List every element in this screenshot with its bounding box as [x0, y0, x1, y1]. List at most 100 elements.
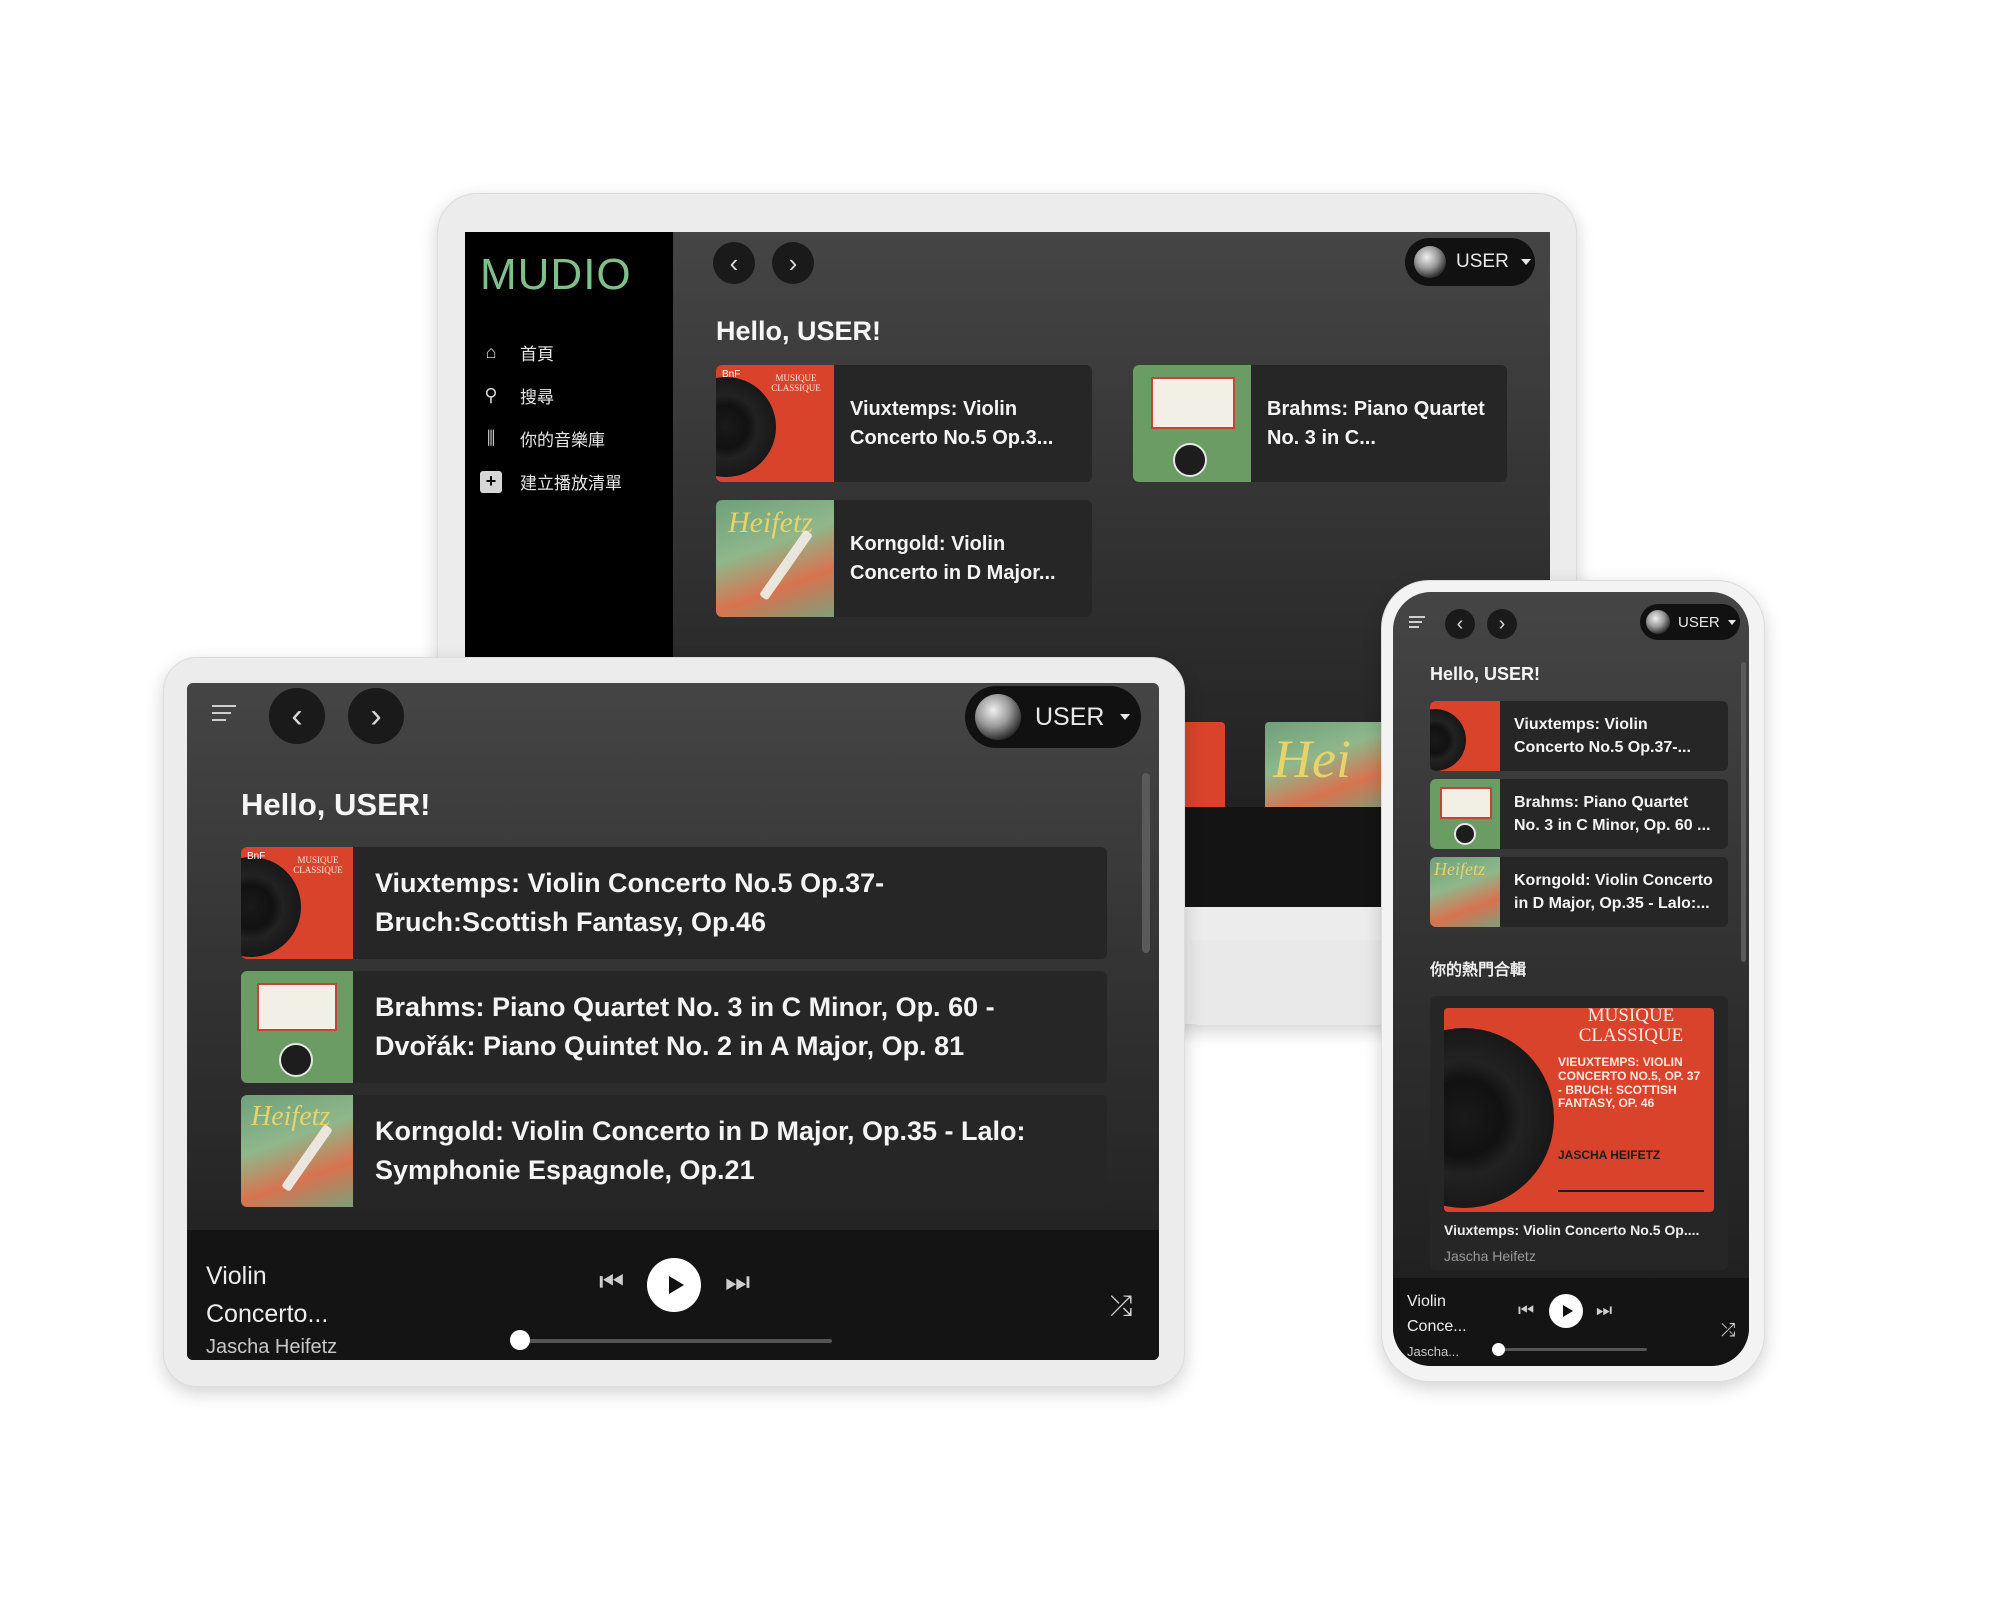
scrollbar[interactable] — [1741, 662, 1746, 962]
user-menu[interactable]: USER — [1405, 238, 1535, 286]
album-card[interactable]: Brahms: Piano Quartet No. 3 in C Minor, … — [241, 971, 1107, 1083]
album-card[interactable]: MUSIQUE CLASSIQUE BnF Viuxtemps: Violin … — [716, 365, 1092, 482]
forward-button[interactable]: › — [1487, 609, 1517, 639]
previous-track-icon[interactable]: ⏮ — [1518, 1300, 1534, 1321]
progress-track[interactable] — [1497, 1348, 1647, 1351]
avatar — [1646, 610, 1670, 634]
search-icon: ⚲ — [484, 385, 498, 405]
album-card[interactable]: Heifetz Korngold: Violin Concerto in D M… — [716, 500, 1092, 617]
album-title: Viuxtemps: Violin Concerto No.5 Op.3... — [850, 397, 1054, 449]
back-button[interactable]: ‹ — [713, 242, 755, 284]
cover-bnf: BnF — [247, 851, 266, 862]
greeting: Hello, USER! — [1430, 664, 1541, 684]
album-cover — [1430, 779, 1500, 849]
album-title: Brahms: Piano Quartet No. 3 in C... — [1267, 397, 1485, 449]
chevron-down-icon — [1727, 619, 1736, 625]
album-cover — [1430, 701, 1500, 771]
menu-icon[interactable] — [1409, 616, 1425, 630]
player-bar: Violin Concerto... Jascha Heifetz ⏮ ⏭ ⤮ — [187, 1230, 1159, 1360]
now-playing-title: Violin Concerto... — [206, 1262, 329, 1328]
album-card[interactable]: Brahms: Piano Quartet No. 3 in C... — [1133, 365, 1507, 482]
album-title: Brahms: Piano Quartet No. 3 in C Minor, … — [375, 991, 995, 1061]
cover-bnf: BnF — [722, 369, 741, 380]
sidebar-item-label: 建立播放清單 — [520, 474, 622, 493]
sidebar-item-home[interactable]: ⌂ 首頁 — [480, 340, 554, 365]
back-button[interactable]: ‹ — [269, 688, 325, 744]
album-card[interactable]: Heifetz Korngold: Violin Concerto in D M… — [241, 1095, 1107, 1207]
app-logo[interactable]: MUDIO — [480, 250, 632, 300]
greeting: Hello, USER! — [716, 316, 882, 346]
progress-track[interactable] — [520, 1339, 832, 1343]
play-button[interactable] — [647, 1258, 701, 1312]
now-playing-title: Violin Conce... — [1407, 1293, 1467, 1335]
cover-text: VIEUXTEMPS: VIOLIN CONCERTO NO.5, OP. 37… — [1558, 1055, 1701, 1111]
cover-heading: MUSIQUE CLASSIQUE — [293, 855, 343, 875]
user-name: USER — [1678, 613, 1720, 631]
album-cover: Heifetz — [241, 1095, 353, 1207]
add-playlist-icon: + — [480, 470, 502, 493]
album-card[interactable]: Heifetz Korngold: Violin Concerto in D M… — [1430, 857, 1728, 927]
album-card[interactable]: Brahms: Piano Quartet No. 3 in C Minor, … — [1430, 779, 1728, 849]
album-cover: Heifetz — [1430, 857, 1500, 927]
next-track-icon[interactable]: ⏭ — [725, 1266, 750, 1299]
forward-button[interactable]: › — [772, 242, 814, 284]
album-title: Korngold: Violin Concerto in D Major, Op… — [1514, 871, 1713, 912]
back-button[interactable]: ‹ — [1445, 609, 1475, 639]
album-cover: Heifetz — [716, 500, 834, 617]
phone-screen: ‹ › USER Hello, USER! Viuxtemps: Violin … — [1393, 592, 1749, 1366]
play-button[interactable] — [1549, 1294, 1583, 1328]
featured-cover: MUSIQUE CLASSIQUE VIEUXTEMPS: VIOLIN CON… — [1444, 1008, 1714, 1212]
previous-track-icon[interactable]: ⏮ — [599, 1266, 624, 1299]
scrollbar[interactable] — [1142, 773, 1150, 953]
sidebar-item-search[interactable]: ⚲ 搜尋 — [480, 383, 554, 408]
avatar — [1414, 246, 1446, 278]
album-cover: MUSIQUE CLASSIQUE BnF — [241, 847, 353, 959]
tablet-screen: ‹ › USER Hello, USER! MUSIQUE CLASSIQUE … — [187, 683, 1159, 1360]
progress-handle[interactable] — [510, 1330, 530, 1350]
sidebar-item-label: 搜尋 — [520, 388, 554, 407]
album-card[interactable]: MUSIQUE CLASSIQUE BnF Viuxtemps: Violin … — [241, 847, 1107, 959]
library-icon: ⫼ — [486, 428, 496, 448]
album-title: Korngold: Violin Concerto in D Major... — [850, 532, 1056, 584]
sidebar-item-library[interactable]: ⫼ 你的音樂庫 — [480, 426, 605, 451]
album-cover — [1133, 365, 1251, 482]
user-menu[interactable]: USER — [965, 686, 1141, 748]
album-cover — [241, 971, 353, 1083]
menu-icon[interactable] — [212, 705, 236, 725]
cover-heading: MUSIQUE CLASSIQUE — [1578, 1008, 1684, 1046]
album-title: Korngold: Violin Concerto in D Major, Op… — [375, 1115, 1026, 1185]
album-title: Brahms: Piano Quartet No. 3 in C Minor, … — [1514, 793, 1711, 834]
album-cover: MUSIQUE CLASSIQUE BnF — [716, 365, 834, 482]
sidebar-item-label: 首頁 — [520, 345, 554, 364]
section-title: 你的熱門合輯 — [1430, 962, 1527, 979]
cover-word: Heifetz — [251, 1101, 331, 1132]
shuffle-icon[interactable]: ⤮ — [1110, 1290, 1132, 1323]
sidebar-item-label: 你的音樂庫 — [520, 431, 605, 450]
laptop-base — [1190, 940, 1390, 1025]
user-name: USER — [1035, 702, 1105, 731]
cover-artist: JASCHA HEIFETZ — [1558, 1148, 1661, 1162]
now-playing-artist: Jascha Heifetz — [206, 1336, 338, 1358]
featured-card[interactable]: MUSIQUE CLASSIQUE VIEUXTEMPS: VIOLIN CON… — [1430, 996, 1728, 1270]
greeting: Hello, USER! — [241, 787, 431, 822]
cover-heading: MUSIQUE CLASSIQUE — [771, 373, 821, 393]
player-bar: Violin Conce... Jascha... ⏮ ⏭ ⤮ — [1393, 1278, 1749, 1366]
home-icon: ⌂ — [485, 342, 497, 362]
progress-handle[interactable] — [1492, 1343, 1505, 1356]
sidebar-item-create-playlist[interactable]: + 建立播放清單 — [480, 469, 622, 494]
user-name: USER — [1456, 251, 1509, 272]
album-cover: Hei — [1265, 722, 1385, 812]
avatar — [975, 694, 1021, 740]
now-playing-artist: Jascha... — [1407, 1344, 1460, 1359]
cover-word: Heifetz — [1434, 859, 1485, 879]
next-track-icon[interactable]: ⏭ — [1596, 1300, 1612, 1321]
user-menu[interactable]: USER — [1640, 604, 1740, 640]
album-title: Viuxtemps: Violin Concerto No.5 Op.37-..… — [1514, 715, 1691, 756]
chevron-down-icon — [1120, 714, 1131, 720]
album-title: Viuxtemps: Violin Concerto No.5 Op.37-Br… — [375, 867, 885, 937]
shuffle-icon[interactable]: ⤮ — [1721, 1320, 1735, 1341]
album-card[interactable]: Viuxtemps: Violin Concerto No.5 Op.37-..… — [1430, 701, 1728, 771]
chevron-down-icon — [1520, 259, 1531, 265]
forward-button[interactable]: › — [348, 688, 404, 744]
featured-artist: Jascha Heifetz — [1444, 1248, 1536, 1264]
